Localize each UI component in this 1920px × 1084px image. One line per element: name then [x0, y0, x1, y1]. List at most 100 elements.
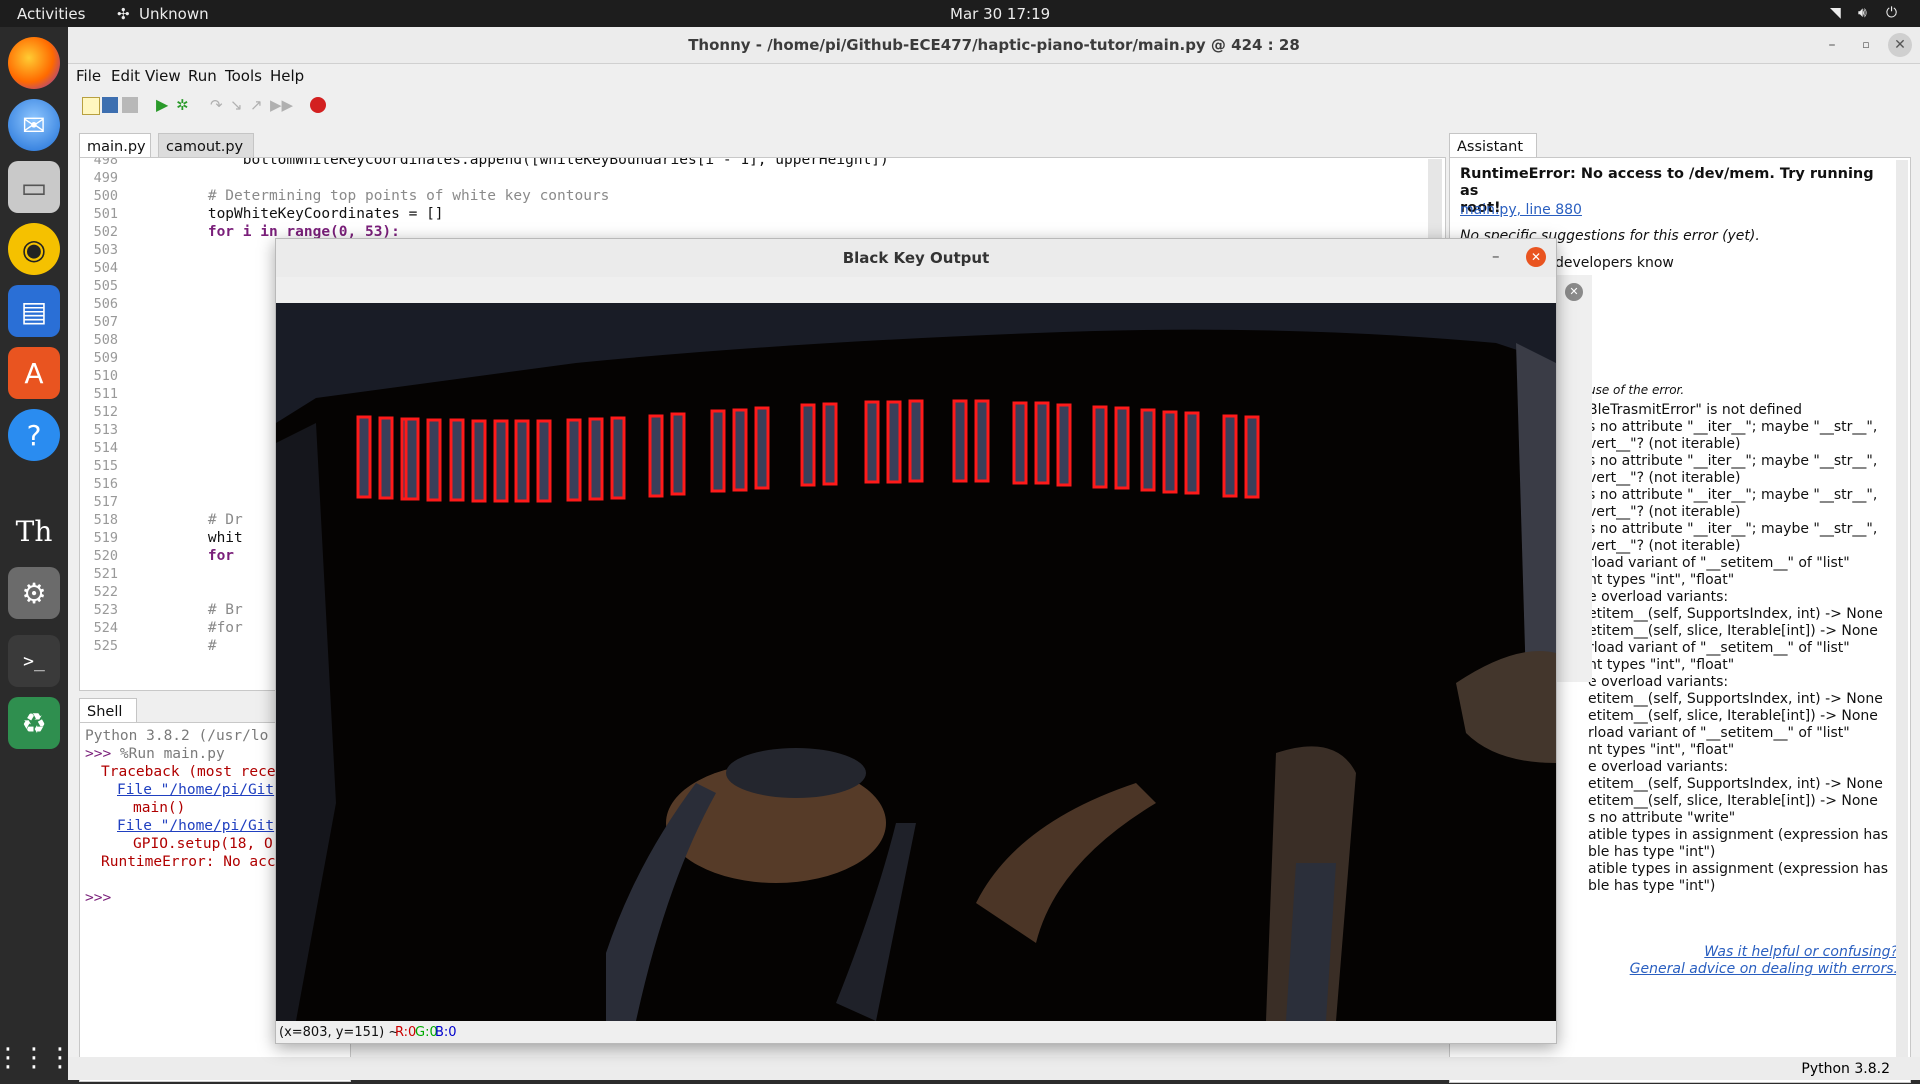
help-icon[interactable]: ?	[8, 409, 60, 461]
resume-icon[interactable]: ▶▶	[270, 97, 293, 113]
shell-line-text: >>>	[85, 890, 112, 906]
shell-line-text: File "/home/pi/Git	[117, 818, 275, 834]
assistant-let-know: developers know	[1555, 255, 1674, 271]
run-icon[interactable]: ▶	[156, 97, 172, 113]
python-version[interactable]: Python 3.8.2	[1801, 1061, 1890, 1077]
shell-line[interactable]: File "/home/pi/Git	[117, 818, 274, 836]
shell-line-text: File "/home/pi/Git	[117, 782, 275, 798]
black-key-contour	[800, 403, 816, 487]
tab-shell[interactable]: Shell	[79, 698, 137, 722]
assistant-scrollbar[interactable]	[1896, 160, 1908, 1078]
assistant-warning-line: nt types "int", "float"	[1588, 572, 1735, 588]
volume-icon[interactable]: 🔊︎	[1858, 5, 1867, 21]
open-file-icon[interactable]	[102, 97, 118, 113]
dialog-close-icon[interactable]: ✕	[1565, 283, 1583, 301]
assistant-warning-line: etitem__(self, SupportsIndex, int) -> No…	[1588, 691, 1883, 707]
assistant-warning-line: vert__"? (not iterable)	[1588, 504, 1741, 520]
stop-icon[interactable]	[310, 97, 326, 113]
black-key-contour	[404, 417, 420, 501]
menu-view[interactable]: View	[145, 67, 181, 85]
cv-close-icon[interactable]: ✕	[1526, 247, 1546, 267]
line-number: 501	[93, 206, 118, 222]
black-key-contour	[536, 419, 552, 503]
software-icon[interactable]: A	[8, 347, 60, 399]
assistant-warning-line: BleTrasmitError" is not defined	[1588, 402, 1802, 418]
black-key-contour	[886, 400, 902, 484]
tab-assistant[interactable]: Assistant	[1449, 133, 1537, 157]
code-line[interactable]: #	[138, 638, 217, 656]
camera-frame[interactable]	[276, 303, 1556, 1021]
black-key-contours-image	[276, 303, 1556, 1021]
line-number: 504	[93, 260, 118, 276]
line-number: 505	[93, 278, 118, 294]
tab-main-py[interactable]: main.py	[79, 133, 151, 157]
assistant-warning-line: vert__"? (not iterable)	[1588, 470, 1741, 486]
clock[interactable]: Mar 30 17:19	[950, 5, 1050, 23]
helpful-link[interactable]: Was it helpful or confusing?	[1704, 944, 1898, 960]
app-menu-icon[interactable]: ✣	[117, 5, 130, 23]
code-line[interactable]: # Determining top points of white key co…	[138, 188, 610, 206]
black-key-contour	[754, 406, 770, 490]
terminal-icon[interactable]: >_	[8, 635, 60, 687]
code-line[interactable]: bottomWhiteKeyCoordinates.append([whiteK…	[138, 158, 889, 170]
activities-button[interactable]: Activities	[17, 5, 85, 23]
writer-icon[interactable]: ▤	[8, 285, 60, 337]
minimize-icon[interactable]: –	[1820, 33, 1844, 57]
general-advice-link[interactable]: General advice on dealing with errors.	[1630, 961, 1898, 977]
line-number: 524	[93, 620, 118, 636]
code-line[interactable]: topWhiteKeyCoordinates = []	[138, 206, 444, 224]
rhythmbox-icon[interactable]: ◉	[8, 223, 60, 275]
code-line[interactable]: whit	[138, 530, 243, 548]
shell-line-text: >>>	[85, 746, 120, 762]
black-key-output-window: Black Key Output – ✕ (x=803, y=151) ~ R:…	[275, 238, 1557, 1044]
shell-line: RuntimeError: No acc	[101, 854, 276, 872]
debug-icon[interactable]: ✲	[176, 97, 192, 113]
power-icon[interactable]: ⏻	[1886, 5, 1897, 21]
line-number: 517	[93, 494, 118, 510]
cv-toolbar	[276, 277, 1556, 303]
menu-run[interactable]: Run	[188, 67, 217, 85]
assistant-warning-line: rload variant of "__setitem__" of "list"	[1588, 725, 1850, 741]
shell-line-text: main()	[133, 800, 186, 816]
code-line[interactable]: # Br	[138, 602, 243, 620]
code-line[interactable]: for	[138, 548, 234, 566]
close-icon[interactable]: ✕	[1888, 33, 1912, 57]
firefox-icon[interactable]	[8, 37, 60, 89]
menu-tools[interactable]: Tools	[225, 67, 262, 85]
assistant-warning-line: atible types in assignment (expression h…	[1588, 827, 1889, 843]
assistant-warning-line: rload variant of "__setitem__" of "list"	[1588, 555, 1850, 571]
line-number: 522	[93, 584, 118, 600]
black-key-contour	[1012, 401, 1028, 485]
black-key-contour	[648, 414, 664, 498]
menu-file[interactable]: File	[76, 67, 101, 85]
step-into-icon[interactable]: ↘	[230, 97, 246, 113]
files-icon[interactable]: ▭	[8, 161, 60, 213]
step-out-icon[interactable]: ↗	[250, 97, 266, 113]
code-line[interactable]: #for	[138, 620, 243, 638]
cv-minimize-icon[interactable]: –	[1492, 247, 1500, 265]
assistant-warning-line: vert__"? (not iterable)	[1588, 436, 1741, 452]
app-menu-label[interactable]: Unknown	[139, 5, 209, 23]
cv-status-bar: (x=803, y=151) ~ R:0 G:0 B:0	[276, 1021, 1556, 1043]
thunderbird-icon[interactable]: ✉	[8, 99, 60, 151]
trash-icon[interactable]: ♻	[8, 697, 60, 749]
line-number: 502	[93, 224, 118, 240]
menu-help[interactable]: Help	[270, 67, 304, 85]
new-file-icon[interactable]	[82, 97, 100, 115]
line-number: 516	[93, 476, 118, 492]
save-icon[interactable]	[122, 97, 138, 113]
shell-command: %Run main.py	[119, 746, 225, 762]
maximize-icon[interactable]: ▫	[1854, 33, 1878, 57]
shell-line[interactable]: File "/home/pi/Git	[117, 782, 274, 800]
black-key-contour	[822, 402, 838, 486]
app-grid-icon[interactable]: ⋮⋮⋮	[0, 1032, 73, 1084]
wifi-icon[interactable]: ◥	[1830, 5, 1841, 21]
menu-edit[interactable]: Edit	[111, 67, 140, 85]
thonny-icon[interactable]: Th	[8, 505, 60, 557]
code-line[interactable]: # Dr	[138, 512, 243, 530]
line-number: 507	[93, 314, 118, 330]
step-over-icon[interactable]: ↷	[210, 97, 226, 113]
assistant-error-link[interactable]: main.py, line 880	[1460, 202, 1582, 218]
settings-icon[interactable]: ⚙	[8, 567, 60, 619]
tab-camout-py[interactable]: camout.py	[158, 133, 254, 157]
